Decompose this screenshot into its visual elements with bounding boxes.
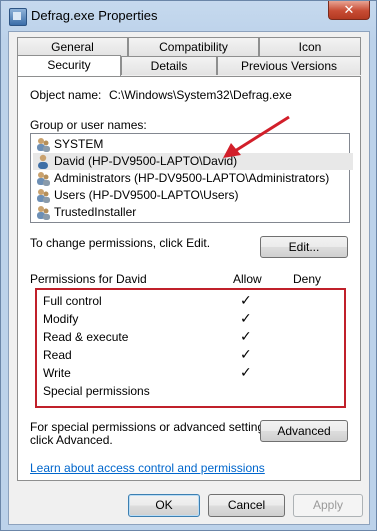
properties-window: Defrag.exe Properties ✕ General Compatib… [0,0,377,531]
edit-button[interactable]: Edit... [260,236,348,258]
list-item[interactable]: TrustedInstaller [33,204,353,221]
permission-name: Special permissions [43,384,150,398]
change-permissions-text: To change permissions, click Edit. [30,236,211,250]
special-permissions-text-line2: click Advanced. [30,433,113,447]
special-permissions-text-line1: For special permissions or advanced sett… [30,420,274,434]
user-icon [38,154,48,169]
user-name: SYSTEM [54,137,104,151]
list-item[interactable]: Users (HP-DV9500-LAPTO\Users) [33,187,353,204]
user-name: TrustedInstaller [54,205,137,219]
users-listbox[interactable]: SYSTEM David (HP-DV9500-LAPTO\David) Adm… [30,133,353,223]
group-users-icon [37,138,50,152]
allow-check-icon: ✓ [240,292,252,308]
allow-check-icon: ✓ [240,310,252,326]
group-users-icon [37,189,50,203]
deny-header: Deny [293,272,322,286]
tab-details[interactable]: Details [121,56,217,75]
user-name: Administrators (HP-DV9500-LAPTO\Administ… [54,171,330,185]
tab-compatibility[interactable]: Compatibility [128,37,259,56]
allow-check-icon: ✓ [240,328,252,344]
list-item[interactable]: Administrators (HP-DV9500-LAPTO\Administ… [33,170,353,187]
permission-name: Read & execute [43,330,129,344]
object-name-value: C:\Windows\System32\Defrag.exe [109,88,292,102]
permissions-for-label: Permissions for David [30,272,147,286]
list-item[interactable]: SYSTEM [33,136,353,153]
title-bar[interactable]: Defrag.exe Properties ✕ [1,1,377,31]
group-users-icon [37,206,50,220]
user-name: Users (HP-DV9500-LAPTO\Users) [54,188,239,202]
tab-icon[interactable]: Icon [259,37,361,56]
annotation-arrow-icon [223,115,290,158]
tab-general[interactable]: General [17,37,128,56]
app-icon [9,8,27,26]
tab-previous-versions[interactable]: Previous Versions [217,56,361,75]
ok-button[interactable]: OK [128,494,200,517]
permission-name: Write [43,366,71,380]
allow-header: Allow [233,272,262,286]
object-name-label: Object name: [30,88,102,102]
user-name: David (HP-DV9500-LAPTO\David) [54,154,238,168]
apply-button[interactable]: Apply [293,494,363,517]
advanced-button[interactable]: Advanced [260,420,348,442]
close-button[interactable]: ✕ [328,1,370,20]
permission-name: Full control [43,294,102,308]
window-title: Defrag.exe Properties [31,8,158,23]
tab-security[interactable]: Security [17,55,121,76]
permission-name: Modify [43,312,79,326]
permission-name: Read [43,348,72,362]
learn-access-control-link[interactable]: Learn about access control and permissio… [30,461,265,475]
group-label: Group or user names: [30,118,147,132]
allow-check-icon: ✓ [240,364,252,380]
list-item-selected[interactable]: David (HP-DV9500-LAPTO\David) [33,153,353,170]
cancel-button[interactable]: Cancel [208,494,285,517]
allow-check-icon: ✓ [240,346,252,362]
group-users-icon [37,172,50,186]
